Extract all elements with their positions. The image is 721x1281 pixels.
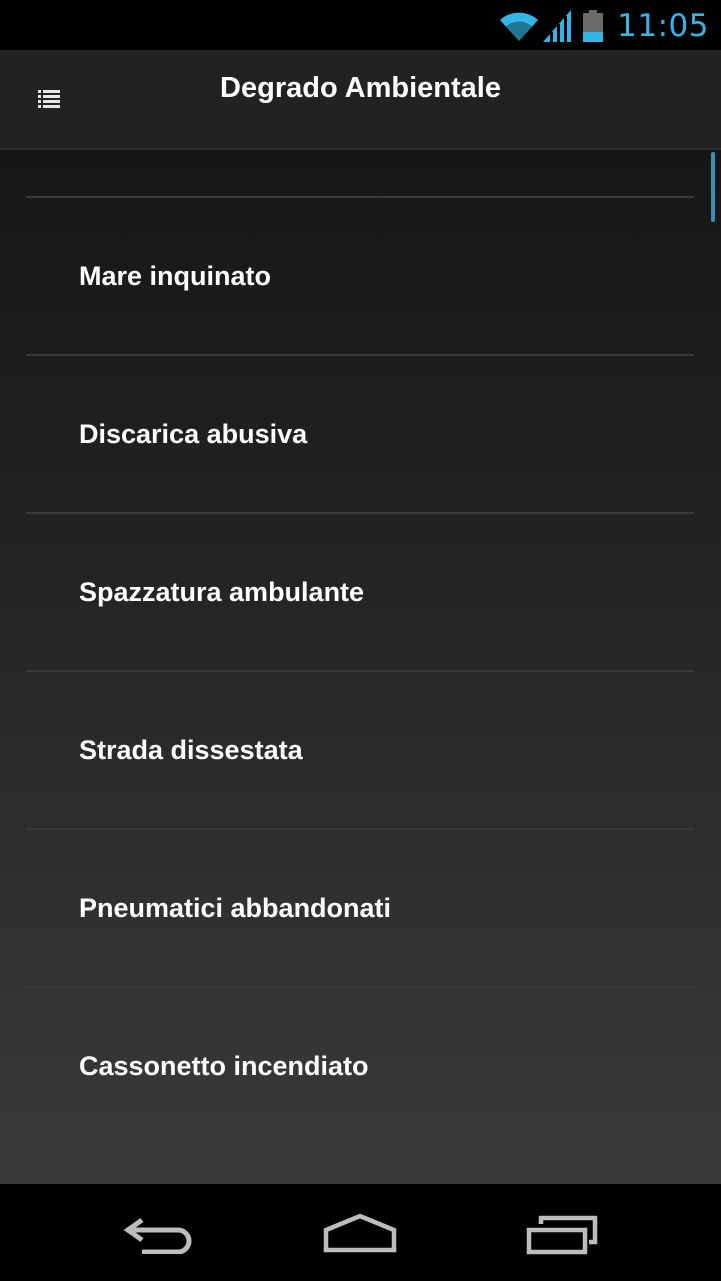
list-item-label: Strada dissestata bbox=[79, 734, 303, 765]
home-icon[interactable] bbox=[322, 1212, 398, 1259]
list-item-label: Pneumatici abbandonati bbox=[79, 892, 392, 923]
list-item[interactable]: Mare inquinato bbox=[26, 198, 694, 354]
list-item-label: Mare inquinato bbox=[79, 260, 272, 291]
category-list-area[interactable]: Mare inquinato Discarica abusiva Spazzat… bbox=[0, 150, 721, 1184]
status-icons: 11:05 bbox=[499, 6, 709, 46]
list-item[interactable]: Spazzatura ambulante bbox=[26, 514, 694, 670]
signal-icon bbox=[543, 10, 572, 42]
list-item-label: Cassonetto incendiato bbox=[79, 1050, 369, 1081]
list-item-label: Spazzatura ambulante bbox=[79, 576, 365, 607]
app-screen: 11:05 Degrado Ambientale Mare inquinato bbox=[0, 0, 721, 1281]
status-bar: 11:05 bbox=[0, 0, 721, 50]
list-item[interactable]: Discarica abusiva bbox=[26, 356, 694, 512]
category-list: Mare inquinato Discarica abusiva Spazzat… bbox=[26, 196, 694, 1146]
list-item[interactable]: Strada dissestata bbox=[26, 672, 694, 828]
list-item[interactable]: Cassonetto incendiato bbox=[26, 988, 694, 1144]
wifi-icon bbox=[499, 10, 539, 42]
status-clock: 11:05 bbox=[617, 8, 709, 44]
list-item[interactable]: Pneumatici abbandonati bbox=[26, 830, 694, 986]
back-icon[interactable] bbox=[120, 1214, 196, 1259]
recent-apps-icon[interactable] bbox=[525, 1214, 601, 1261]
navigation-bar bbox=[0, 1184, 721, 1281]
scrollbar[interactable] bbox=[711, 152, 715, 222]
action-bar: Degrado Ambientale bbox=[0, 50, 721, 150]
battery-icon bbox=[583, 10, 604, 42]
page-title: Degrado Ambientale bbox=[220, 72, 501, 104]
list-item-label: Discarica abusiva bbox=[79, 418, 308, 449]
list-divider bbox=[26, 1144, 694, 1146]
